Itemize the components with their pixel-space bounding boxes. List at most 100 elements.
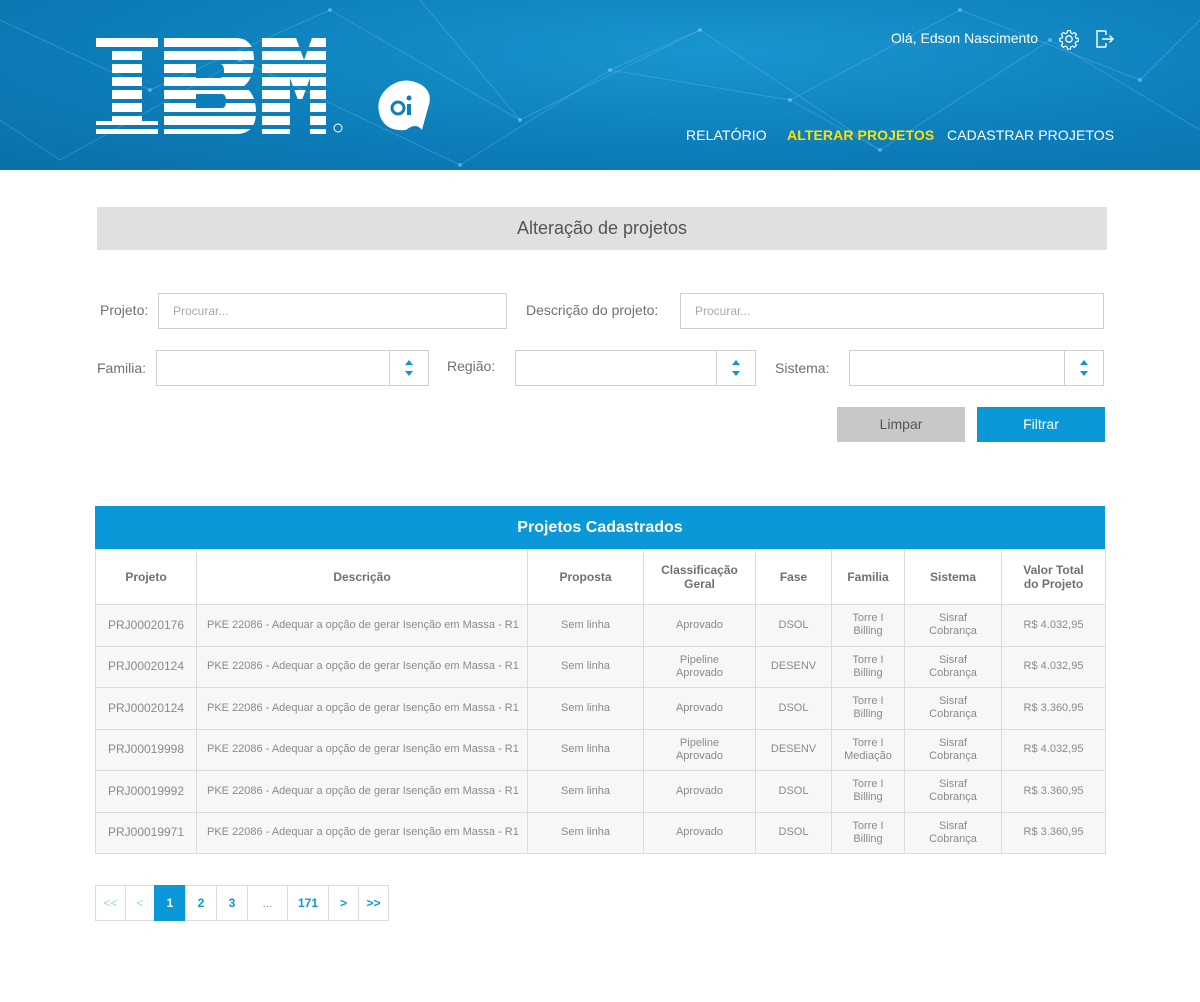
cell-classificacao: Aprovado [643,770,756,813]
page-1-button[interactable]: 1 [154,885,186,921]
cell-classificacao-text: Aprovado [675,826,724,839]
cell-proposta: Sem linha [527,604,644,647]
pagination-ellipsis: ... [247,885,288,921]
regiao-spinner[interactable] [716,351,755,385]
cell-familia: Torre I Billing [831,770,905,813]
cell-sistema-text: Sisraf Cobrança [929,778,977,804]
ibm-logo [96,38,343,134]
cell-proposta: Sem linha [527,728,644,771]
table-row[interactable]: PRJ00020124 PKE 22086 - Adequar a opção … [95,645,1106,688]
cell-classificacao: Aprovado [643,687,756,730]
cell-valor: R$ 4.032,95 [1001,645,1106,688]
cell-familia: Torre I Mediação [831,728,905,771]
cell-sistema: Sisraf Cobrança [904,770,1002,813]
clear-button[interactable]: Limpar [837,407,965,442]
cell-projeto: PRJ00020124 [95,687,197,730]
cell-sistema: Sisraf Cobrança [904,604,1002,647]
cell-fase: DESENV [755,728,832,771]
table-row[interactable]: PRJ00020176 PKE 22086 - Adequar a opção … [95,604,1106,647]
gear-icon[interactable] [1058,28,1080,50]
sistema-select[interactable] [849,350,1104,386]
cell-familia: Torre I Billing [831,645,905,688]
page-title: Alteração de projetos [97,207,1107,250]
table-row[interactable]: PRJ00019971 PKE 22086 - Adequar a opção … [95,811,1106,854]
cell-familia: Torre I Billing [831,604,905,647]
cell-familia-text: Torre I Billing [852,612,884,638]
page-2-button[interactable]: 2 [185,885,217,921]
table-row[interactable]: PRJ00020124 PKE 22086 - Adequar a opção … [95,687,1106,730]
nav-alterar-projetos[interactable]: ALTERAR PROJETOS [787,127,934,143]
cell-sistema-text: Sisraf Cobrança [929,695,977,721]
cell-fase: DESENV [755,645,832,688]
cell-valor: R$ 3.360,95 [1001,687,1106,730]
col-projeto[interactable]: Projeto [95,549,197,605]
nav-cadastrar-projetos[interactable]: CADASTRAR PROJETOS [947,127,1114,143]
cell-fase: DSOL [755,604,832,647]
cell-familia-text: Torre I Billing [852,778,884,804]
cell-valor: R$ 3.360,95 [1001,770,1106,813]
prev-page-button[interactable]: < [125,885,155,921]
cell-projeto: PRJ00019998 [95,728,197,771]
cell-sistema-text: Sisraf Cobrança [929,736,977,762]
cell-familia: Torre I Billing [831,687,905,730]
first-page-button[interactable]: << [95,885,126,921]
cell-proposta: Sem linha [527,687,644,730]
cell-classificacao: Aprovado [643,604,756,647]
descricao-search-input[interactable] [680,293,1104,329]
cell-classificacao-text: Aprovado [675,701,724,714]
next-page-button[interactable]: > [328,885,359,921]
projects-table: Projeto Descrição Proposta Classificação… [95,549,1106,854]
cell-valor: R$ 4.032,95 [1001,728,1106,771]
cell-sistema: Sisraf Cobrança [904,687,1002,730]
cell-classificacao: Aprovado [643,811,756,854]
regiao-label: Região: [447,358,496,374]
cell-classificacao: Pipeline Aprovado [643,645,756,688]
cell-descricao: PKE 22086 - Adequar a opção de gerar Ise… [196,604,528,647]
up-down-arrows-icon [1080,360,1088,376]
col-descricao[interactable]: Descrição [196,549,528,605]
col-familia[interactable]: Familia [831,549,905,605]
cell-fase: DSOL [755,770,832,813]
col-valor-total[interactable]: Valor Total do Projeto [1001,549,1106,605]
cell-familia-text: Torre I Billing [852,819,884,845]
sistema-spinner[interactable] [1064,351,1103,385]
nav-relatorio[interactable]: RELATÓRIO [686,127,767,143]
col-classificacao[interactable]: Classificação Geral [643,549,756,605]
regiao-select[interactable] [515,350,756,386]
cell-descricao: PKE 22086 - Adequar a opção de gerar Ise… [196,687,528,730]
last-page-button[interactable]: >> [358,885,389,921]
top-header: Olá, Edson Nascimento RELATÓRIO ALTERAR … [0,0,1200,170]
cell-proposta: Sem linha [527,645,644,688]
cell-classificacao-text: Aprovado [675,784,724,797]
familia-spinner[interactable] [389,351,428,385]
col-fase[interactable]: Fase [755,549,832,605]
cell-descricao: PKE 22086 - Adequar a opção de gerar Ise… [196,645,528,688]
oi-logo [378,80,430,131]
cell-fase: DSOL [755,687,832,730]
cell-valor: R$ 4.032,95 [1001,604,1106,647]
cell-familia: Torre I Billing [831,811,905,854]
cell-sistema-text: Sisraf Cobrança [929,612,977,638]
logout-icon[interactable] [1094,28,1116,50]
col-proposta[interactable]: Proposta [527,549,644,605]
up-down-arrows-icon [732,360,740,376]
filter-button[interactable]: Filtrar [977,407,1105,442]
cell-familia-text: Torre I Mediação [844,736,892,762]
table-title: Projetos Cadastrados [95,506,1105,549]
cell-sistema: Sisraf Cobrança [904,645,1002,688]
cell-classificacao-text: Pipeline Aprovado [675,736,724,762]
familia-select[interactable] [156,350,429,386]
cell-projeto: PRJ00020124 [95,645,197,688]
descricao-label: Descrição do projeto: [526,302,659,318]
last-page-number-button[interactable]: 171 [287,885,329,921]
cell-projeto: PRJ00019971 [95,811,197,854]
cell-classificacao-text: Aprovado [675,618,724,631]
col-sistema[interactable]: Sistema [904,549,1002,605]
cell-familia-text: Torre I Billing [852,653,884,679]
table-row[interactable]: PRJ00019998 PKE 22086 - Adequar a opção … [95,728,1106,771]
cell-classificacao: Pipeline Aprovado [643,728,756,771]
projeto-search-input[interactable] [158,293,507,329]
page-3-button[interactable]: 3 [216,885,248,921]
cell-descricao: PKE 22086 - Adequar a opção de gerar Ise… [196,811,528,854]
table-row[interactable]: PRJ00019992 PKE 22086 - Adequar a opção … [95,770,1106,813]
